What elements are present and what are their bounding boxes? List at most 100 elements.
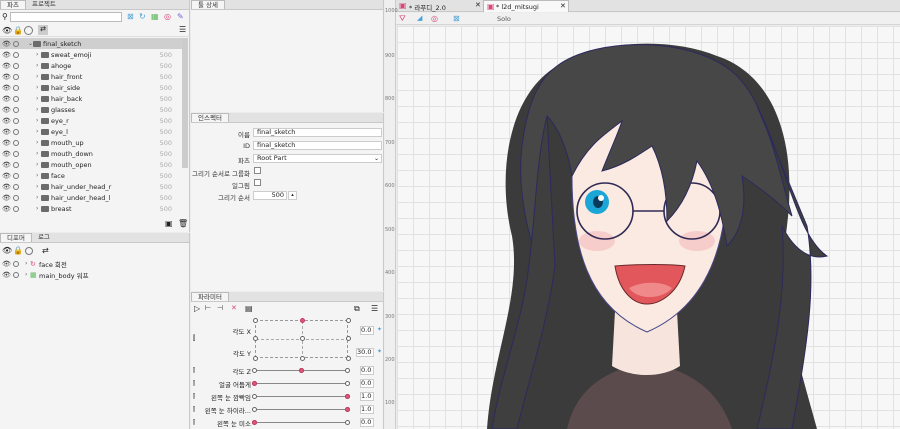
key-left-icon[interactable]: ⊢ — [205, 304, 211, 312]
editor-tab-2-box[interactable]: ▣ * l2d_mitsugi ✕ — [483, 0, 569, 12]
visibility-eye-icon[interactable]: 👁 — [2, 172, 11, 180]
tab-parameter[interactable]: 파라미터 — [191, 292, 229, 301]
tab-inspector[interactable]: 인스펙터 — [191, 113, 229, 122]
lock-toggle[interactable] — [13, 139, 19, 146]
keyform-icon[interactable]: ✦ — [377, 348, 382, 355]
parameter-value[interactable]: 0.0 — [360, 418, 374, 427]
parameter-slider[interactable] — [255, 422, 348, 423]
visibility-eye-icon[interactable]: 👁 — [2, 139, 11, 147]
sort-header-icon[interactable]: ⇄ — [42, 246, 49, 255]
close-icon[interactable]: ✕ — [560, 2, 566, 10]
deformer-row[interactable]: 👁 › ▦ main_body 워프 — [0, 269, 190, 280]
deformer-row[interactable]: 👁 › ↻ face 회전 — [0, 258, 190, 269]
parameter-value[interactable]: 1.0 — [360, 405, 374, 414]
expand-arrow-icon[interactable]: › — [36, 194, 38, 201]
search-input[interactable] — [10, 12, 122, 22]
part-row[interactable]: 👁 › mouth_up 500 — [0, 137, 182, 148]
lock-toggle[interactable] — [13, 62, 19, 69]
part-row[interactable]: 👁 › mouth_open 500 — [0, 159, 182, 170]
part-row[interactable]: 👁 › eye_l 500 — [0, 126, 182, 137]
visibility-eye-icon[interactable]: 👁 — [2, 205, 11, 213]
parameter-value[interactable]: 0.0 — [360, 326, 374, 335]
expand-arrow-icon[interactable]: › — [36, 161, 38, 168]
expand-arrow-icon[interactable]: › — [36, 95, 38, 102]
angle-xy-grid[interactable] — [253, 318, 351, 361]
lock-toggle[interactable] — [13, 106, 19, 113]
lock-toggle[interactable] — [13, 271, 19, 278]
clip-checkbox[interactable] — [254, 179, 261, 186]
lock-toggle[interactable] — [13, 51, 19, 58]
visibility-eye-icon[interactable]: 👁 — [2, 106, 11, 114]
tab-parts[interactable]: 파츠 — [0, 0, 26, 9]
play-icon[interactable]: ▷ — [194, 304, 200, 313]
expand-arrow-icon[interactable]: › — [36, 106, 38, 113]
visibility-eye-icon[interactable]: 👁 — [2, 73, 11, 81]
expand-arrow-icon[interactable]: › — [36, 117, 38, 124]
group-checkbox[interactable] — [254, 167, 261, 174]
part-row[interactable]: 👁 › glasses 500 — [0, 104, 182, 115]
filter-icon[interactable]: ⊠ — [127, 12, 134, 21]
part-row[interactable]: 👁 › ahoge 500 — [0, 60, 182, 71]
parameter-value[interactable]: 0.0 — [360, 366, 374, 375]
visibility-eye-icon[interactable]: 👁 — [2, 128, 11, 136]
brush-icon[interactable]: ✎ — [177, 12, 184, 21]
key-right-icon[interactable]: ⊣ — [217, 304, 223, 312]
grid-icon[interactable]: ▦ — [151, 12, 159, 21]
part-row[interactable]: 👁 › hair_side 500 — [0, 82, 182, 93]
lock-toggle[interactable] — [13, 194, 19, 201]
expand-arrow-icon[interactable]: › — [36, 183, 38, 190]
visibility-eye-icon[interactable]: 👁 — [2, 183, 11, 191]
part-row[interactable]: 👁 › face 500 — [0, 170, 182, 181]
id-field[interactable]: final_sketch — [253, 141, 382, 150]
lock-toggle[interactable] — [13, 73, 19, 80]
slider-handle[interactable] — [252, 420, 257, 425]
expand-arrow-icon[interactable]: › — [36, 172, 38, 179]
part-row[interactable]: 👁 › breast 500 — [0, 203, 182, 214]
expand-arrow-icon[interactable]: › — [36, 84, 38, 91]
editor-tab-1[interactable]: * 라푸디_2.0 — [409, 2, 446, 12]
tab-deformer[interactable]: 디포머 — [0, 233, 32, 242]
slider-handle[interactable] — [345, 394, 350, 399]
expand-header-icon[interactable] — [24, 26, 33, 35]
expand-arrow-icon[interactable]: › — [36, 139, 38, 146]
menu-icon[interactable]: ☰ — [371, 304, 378, 313]
visibility-eye-icon[interactable]: 👁 — [2, 51, 11, 59]
parameter-value[interactable]: 30.0 — [356, 348, 374, 357]
parameter-value[interactable]: 1.0 — [360, 392, 374, 401]
key-delete-icon[interactable]: ✕ — [231, 304, 237, 312]
lock-toggle[interactable] — [13, 172, 19, 179]
part-row[interactable]: 👁 › eye_r 500 — [0, 115, 182, 126]
visibility-eye-icon[interactable]: 👁 — [2, 271, 11, 279]
visibility-eye-icon[interactable]: 👁 — [2, 194, 11, 202]
link-icon[interactable]: ↻ — [139, 12, 146, 21]
close-icon[interactable]: ✕ — [475, 1, 481, 9]
part-row[interactable]: 👁 › hair_back 500 — [0, 93, 182, 104]
eye-header-icon[interactable]: 👁 — [2, 26, 12, 35]
slider-handle[interactable] — [252, 381, 257, 386]
lock-toggle[interactable] — [13, 150, 19, 157]
sort-header-icon[interactable]: ⇄ — [38, 25, 48, 35]
expand-header-icon[interactable] — [25, 247, 33, 255]
trash-icon[interactable]: 🗑 — [178, 219, 188, 228]
parts-select[interactable]: Root Part ⌄ — [253, 154, 382, 163]
lock-toggle[interactable] — [13, 117, 19, 124]
warp-icon[interactable]: ◎ — [164, 12, 171, 21]
expand-arrow-icon[interactable]: › — [36, 62, 38, 69]
slider-handle[interactable] — [345, 407, 350, 412]
visibility-eye-icon[interactable]: 👁 — [2, 84, 11, 92]
mesh-tool-icon[interactable]: ◢ — [417, 14, 422, 22]
parameter-value[interactable]: 0.0 — [360, 379, 374, 388]
lock-header-icon[interactable]: 🔒 — [13, 26, 23, 35]
visibility-eye-icon[interactable]: 👁 — [2, 40, 11, 48]
parameter-slider[interactable] — [255, 383, 348, 384]
slider-handle[interactable] — [298, 368, 304, 373]
eye-header-icon[interactable]: 👁 — [2, 246, 12, 255]
part-row[interactable]: 👁 › hair_under_head_r 500 — [0, 181, 182, 192]
part-row[interactable]: 👁 ⌄ final_sketch — [0, 38, 182, 49]
keyform-icon[interactable]: ✦ — [377, 326, 382, 333]
part-row[interactable]: 👁 › sweat_emoji 500 — [0, 49, 182, 60]
new-part-icon[interactable]: ▣ — [165, 219, 173, 228]
tab-log[interactable]: 로그 — [32, 233, 56, 242]
expand-arrow-icon[interactable]: › — [25, 260, 27, 267]
visibility-eye-icon[interactable]: 👁 — [2, 95, 11, 103]
